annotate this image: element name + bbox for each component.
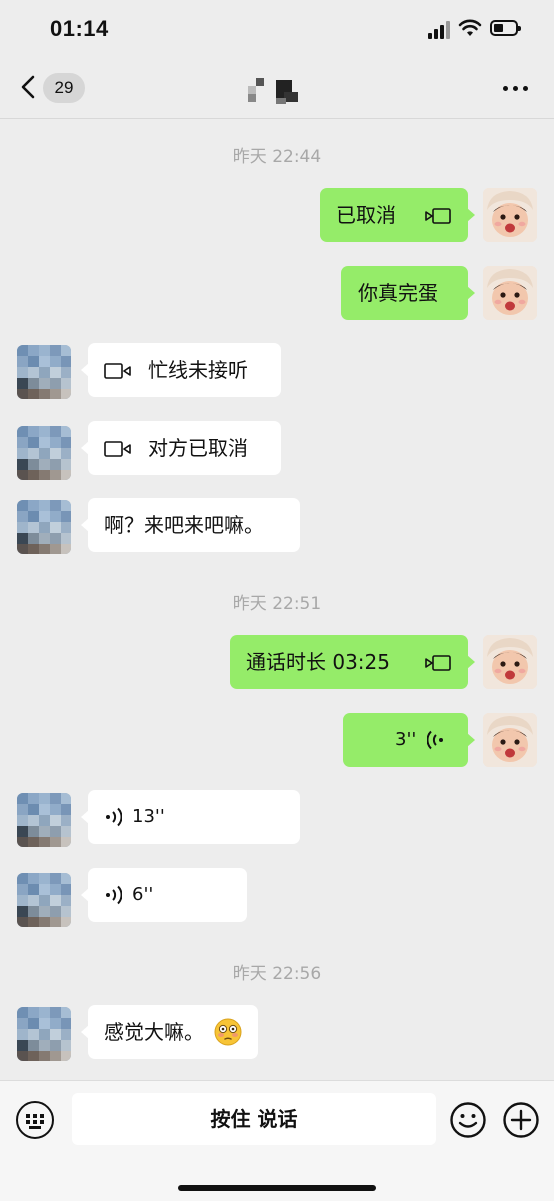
my-avatar[interactable] — [483, 188, 537, 242]
baby-avatar-icon — [483, 713, 537, 767]
baby-avatar-icon — [483, 188, 537, 242]
my-avatar[interactable] — [483, 266, 537, 320]
video-call-icon — [425, 208, 451, 224]
baby-avatar-icon — [483, 266, 537, 320]
plus-icon[interactable] — [502, 1101, 540, 1139]
voice-wave-icon — [427, 730, 443, 750]
message-text: 忙线未接听 — [148, 358, 248, 382]
message-bubble-incoming[interactable]: 啊？来吧来吧嘛。 — [81, 498, 300, 552]
more-dots-icon[interactable] — [500, 82, 534, 96]
video-call-duration-bubble[interactable]: 通话时长 03:25 — [230, 635, 475, 689]
message-text: 你真完蛋 — [358, 281, 438, 305]
voice-duration: 13'' — [132, 806, 165, 827]
contact-avatar[interactable] — [17, 345, 71, 399]
message-text: 啊？来吧来吧嘛。 — [104, 513, 264, 537]
cellular-signal-icon — [428, 21, 452, 39]
unread-count-badge[interactable]: 29 — [43, 73, 85, 103]
status-bar: 01:14 — [0, 0, 554, 60]
my-avatar[interactable] — [483, 635, 537, 689]
contact-name-pixelated — [248, 78, 306, 108]
message-text: 已取消 — [336, 203, 396, 227]
timestamp: 昨天 22:56 — [232, 964, 322, 984]
message-bubble-incoming[interactable]: 感觉大嘛。 — [81, 1005, 258, 1059]
flushed-face-emoji-icon — [214, 1018, 242, 1046]
video-call-icon — [104, 441, 131, 457]
input-bar: 按住 说话 — [0, 1080, 554, 1201]
video-call-cancelled-bubble[interactable]: 已取消 — [320, 188, 475, 242]
baby-avatar-icon — [483, 635, 537, 689]
timestamp: 昨天 22:44 — [232, 147, 322, 167]
video-call-icon — [104, 363, 131, 379]
wifi-icon — [458, 19, 482, 36]
voice-message-incoming[interactable]: 13'' — [81, 790, 300, 844]
video-call-busy-bubble[interactable]: 忙线未接听 — [81, 343, 281, 397]
clock: 01:14 — [50, 16, 109, 41]
voice-wave-icon — [106, 885, 122, 905]
contact-avatar[interactable] — [17, 426, 71, 480]
message-bubble-outgoing[interactable]: 你真完蛋 — [341, 266, 475, 320]
hold-to-talk-button[interactable]: 按住 说话 — [72, 1093, 436, 1145]
timestamp: 昨天 22:51 — [232, 594, 322, 614]
voice-duration: 6'' — [132, 884, 154, 905]
chat-header: 29 — [0, 60, 554, 119]
voice-message-incoming[interactable]: 6'' — [81, 868, 247, 922]
emoji-icon[interactable] — [449, 1101, 487, 1139]
contact-avatar[interactable] — [17, 500, 71, 554]
video-call-icon — [425, 655, 451, 671]
battery-icon — [490, 20, 521, 36]
message-text: 对方已取消 — [148, 436, 248, 460]
video-call-cancelled-bubble[interactable]: 对方已取消 — [81, 421, 281, 475]
home-indicator — [178, 1185, 376, 1191]
voice-message-outgoing[interactable]: 3'' — [343, 713, 475, 767]
contact-avatar[interactable] — [17, 793, 71, 847]
keyboard-toggle-icon[interactable] — [16, 1101, 54, 1139]
voice-wave-icon — [106, 807, 122, 827]
chevron-left-icon[interactable] — [14, 72, 44, 102]
contact-avatar[interactable] — [17, 1007, 71, 1061]
message-text: 感觉大嘛。 — [104, 1020, 204, 1044]
contact-avatar[interactable] — [17, 873, 71, 927]
voice-duration: 3'' — [395, 729, 417, 750]
message-text: 通话时长 03:25 — [246, 650, 390, 674]
my-avatar[interactable] — [483, 713, 537, 767]
